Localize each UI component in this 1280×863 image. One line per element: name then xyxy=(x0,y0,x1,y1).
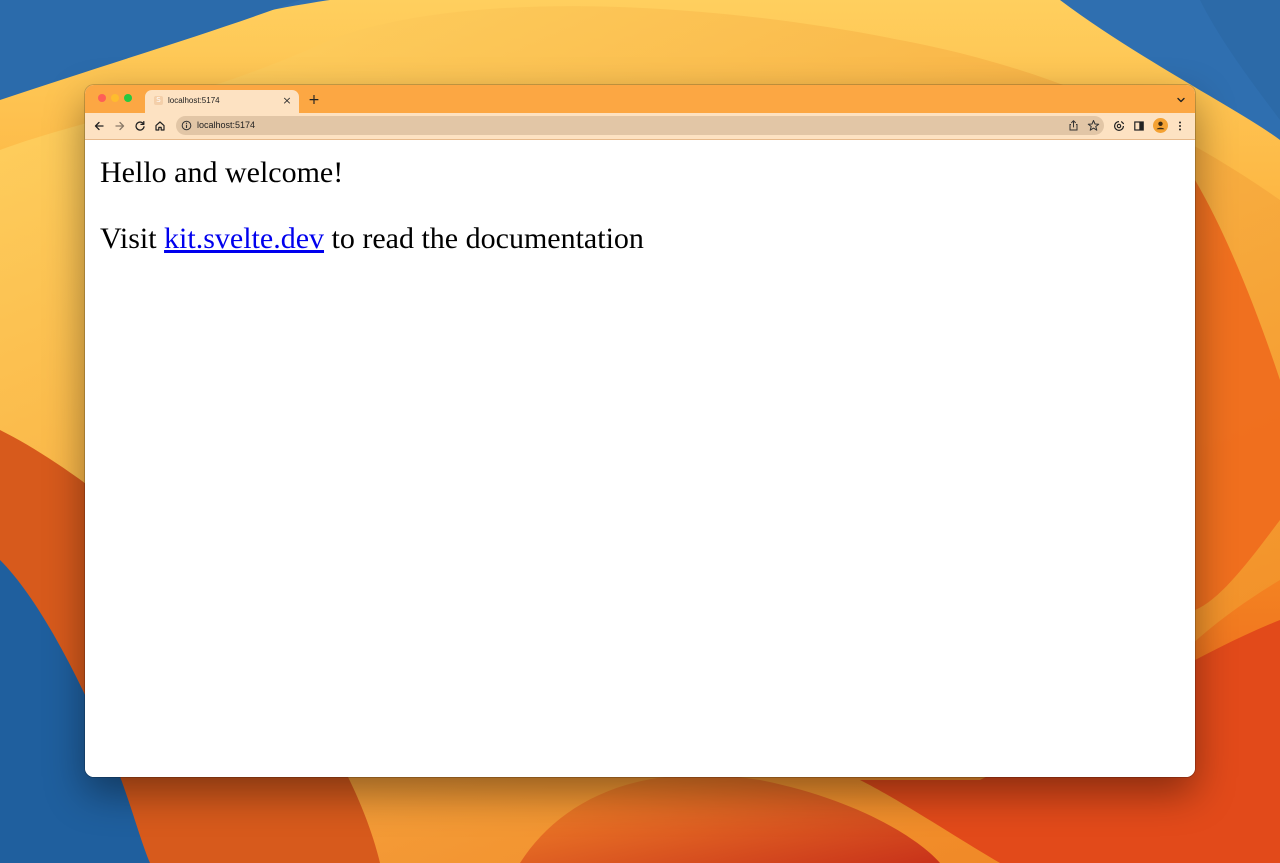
tab-localhost[interactable]: S localhost:5174 × xyxy=(145,90,299,113)
person-icon xyxy=(1156,121,1165,130)
page-heading: Hello and welcome! xyxy=(100,156,344,189)
browser-window: S localhost:5174 × + localhost:5174 Hell… xyxy=(85,85,1195,777)
extension-icon xyxy=(1114,121,1124,131)
home-icon xyxy=(155,121,165,131)
minimize-window-button[interactable] xyxy=(111,94,119,102)
address-bar-url: localhost:5174 xyxy=(197,120,256,130)
reload-icon xyxy=(135,120,145,131)
close-window-button[interactable] xyxy=(98,94,106,102)
page-content: Hello and welcome! Visit kit.svelte.dev … xyxy=(85,140,1195,777)
extensions-button[interactable] xyxy=(1111,118,1127,134)
back-button[interactable] xyxy=(91,118,107,134)
bookmark-star-icon[interactable] xyxy=(1087,119,1100,132)
desktop: S localhost:5174 × + localhost:5174 Hell… xyxy=(0,0,1280,863)
svelte-favicon-icon: S xyxy=(154,96,163,105)
side-panel-icon xyxy=(1134,121,1144,131)
close-tab-icon[interactable]: × xyxy=(281,95,293,107)
menu-button[interactable] xyxy=(1172,118,1188,134)
home-button[interactable] xyxy=(152,118,168,134)
paragraph-prefix: Visit xyxy=(100,222,165,255)
maximize-window-button[interactable] xyxy=(124,94,132,102)
side-panel-button[interactable] xyxy=(1131,118,1147,134)
more-vertical-icon xyxy=(1179,121,1181,131)
share-icon[interactable] xyxy=(1067,119,1080,132)
tab-title: localhost:5174 xyxy=(168,96,220,105)
arrow-left-icon xyxy=(94,121,104,131)
tab-strip: S localhost:5174 × + xyxy=(85,85,1195,113)
forward-button[interactable] xyxy=(112,118,128,134)
docs-link[interactable]: kit.svelte.dev xyxy=(164,222,324,255)
address-bar[interactable]: localhost:5174 xyxy=(176,116,1104,135)
arrow-right-icon xyxy=(115,121,125,131)
browser-toolbar: localhost:5174 xyxy=(85,113,1195,140)
new-tab-button[interactable]: + xyxy=(307,93,321,107)
profile-avatar[interactable] xyxy=(1153,118,1168,133)
reload-button[interactable] xyxy=(132,118,148,134)
intro-paragraph: Visit kit.svelte.dev to read the documen… xyxy=(100,222,644,256)
paragraph-suffix: to read the documentation xyxy=(324,222,644,255)
tab-search-chevron-icon[interactable] xyxy=(1175,94,1187,106)
site-info-icon[interactable] xyxy=(181,120,192,131)
